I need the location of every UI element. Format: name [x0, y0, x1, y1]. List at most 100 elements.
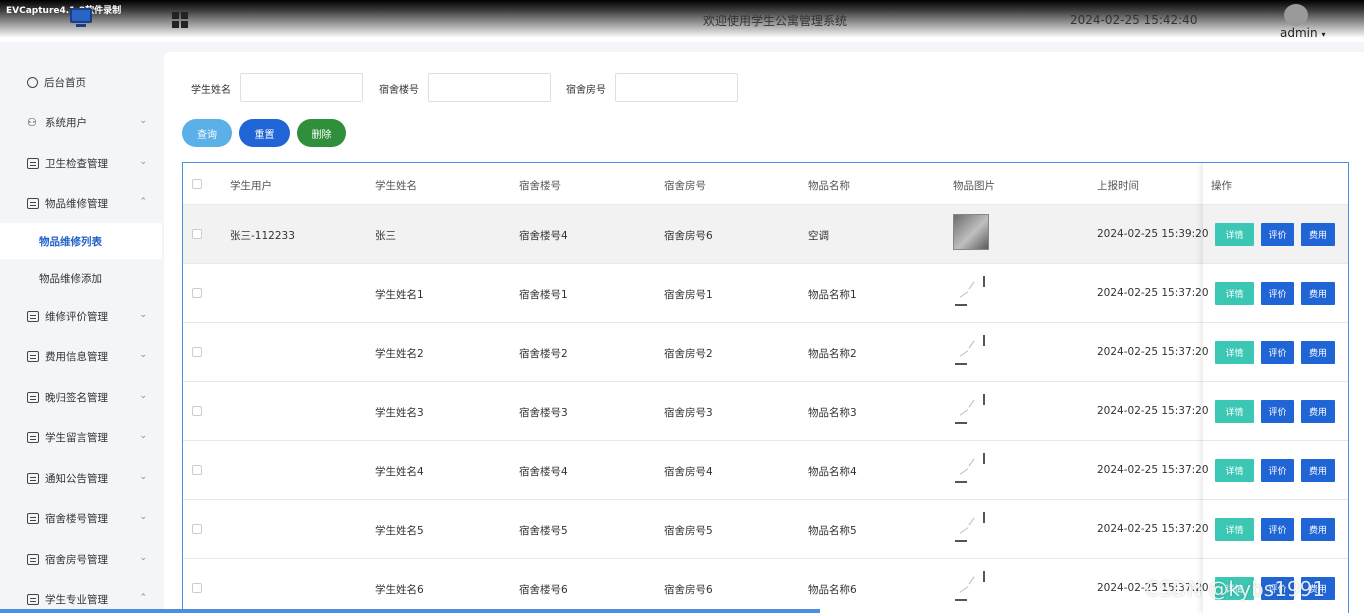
cell-name: 学生姓名6 — [375, 584, 424, 596]
sidebar-item-label: 后台首页 — [44, 76, 86, 89]
cell-building: 宿舍楼号1 — [519, 289, 568, 301]
cell-building: 宿舍楼号4 — [519, 230, 568, 242]
sidebar-item[interactable]: ⚇ 系统用户 ⌄ — [0, 102, 162, 142]
sidebar-item[interactable]: 晚归签名管理 ⌄ — [0, 377, 162, 417]
sidebar-item-label: 卫生检查管理 — [45, 157, 108, 170]
row-checkbox[interactable] — [192, 347, 202, 357]
cell-building: 宿舍楼号3 — [519, 407, 568, 419]
chevron-down-icon: ⌄ — [139, 512, 147, 522]
chevron-up-icon: ⌃ — [139, 197, 147, 207]
chevron-down-icon: ⌄ — [139, 116, 147, 126]
actions-column-shadow — [1203, 163, 1348, 613]
sidebar-item[interactable]: 维修评价管理 ⌄ — [0, 296, 162, 336]
monitor-logo-icon — [70, 8, 92, 28]
cell-name: 张三 — [375, 230, 396, 242]
room-input[interactable] — [615, 73, 738, 102]
user-dropdown[interactable]: admin ▾ — [1280, 26, 1325, 40]
chevron-up-icon: ⌃ — [139, 593, 147, 603]
sidebar-item-label: 物品维修管理 — [45, 197, 108, 210]
sidebar-item-label: 维修评价管理 — [45, 310, 108, 323]
sidebar-subitem[interactable]: 物品维修添加 — [0, 260, 162, 296]
loading-spinner-icon — [953, 449, 993, 483]
chevron-down-icon: ⌄ — [139, 553, 147, 563]
sidebar-item-label: 晚归签名管理 — [45, 391, 108, 404]
datetime-display: 2024-02-25 15:42:40 — [1070, 13, 1198, 27]
sidebar-item[interactable]: 学生留言管理 ⌄ — [0, 417, 162, 457]
sidebar-item-label: 学生留言管理 — [45, 431, 108, 444]
cell-name: 学生姓名3 — [375, 407, 424, 419]
chevron-down-icon: ⌄ — [139, 157, 147, 167]
grid-menu-icon[interactable] — [172, 12, 188, 28]
col-header-building: 宿舍楼号 — [519, 180, 561, 192]
chevron-down-icon: ⌄ — [139, 310, 147, 320]
cell-name: 学生姓名4 — [375, 466, 424, 478]
student-name-input[interactable] — [240, 73, 363, 102]
row-checkbox[interactable] — [192, 288, 202, 298]
chevron-down-icon: ⌄ — [139, 350, 147, 360]
sidebar-item[interactable]: 后台首页 — [0, 62, 162, 102]
sidebar-subitem[interactable]: 物品维修列表 — [0, 223, 162, 259]
item-photo[interactable] — [953, 214, 989, 250]
scroll-indicator — [0, 609, 820, 613]
chevron-down-icon: ▾ — [1321, 30, 1326, 39]
cell-time: 2024-02-25 15:37:20 — [1097, 523, 1209, 535]
loading-spinner-icon — [953, 390, 993, 424]
cell-building: 宿舍楼号6 — [519, 584, 568, 596]
table-row: 学生姓名2 宿舍楼号2 宿舍房号2 物品名称2 2024-02-25 15:37:20 详… — [183, 323, 1348, 382]
doc-icon — [27, 197, 39, 209]
student-name-label: 学生姓名 — [191, 85, 231, 96]
sidebar-item-label: 学生专业管理 — [45, 593, 108, 606]
top-bar: EVCapture4.1.8软件录制 欢迎使用学生公寓管理系统 2024-02-… — [0, 0, 1364, 42]
system-title: 欢迎使用学生公寓管理系统 — [702, 14, 847, 28]
loading-spinner-icon — [953, 508, 993, 542]
user-icon: ⚇ — [27, 115, 37, 129]
cell-room: 宿舍房号1 — [664, 289, 713, 301]
sidebar-item[interactable]: 宿舍房号管理 ⌄ — [0, 539, 162, 579]
table-row: 学生姓名5 宿舍楼号5 宿舍房号5 物品名称5 2024-02-25 15:37:20 详… — [183, 500, 1348, 559]
room-label: 宿舍房号 — [566, 85, 606, 96]
query-button[interactable]: 查询 — [182, 119, 232, 147]
sidebar-item[interactable]: 学生专业管理 ⌃ — [0, 579, 162, 613]
row-checkbox[interactable] — [192, 583, 202, 593]
col-header-user: 学生用户 — [230, 180, 272, 192]
cell-item: 物品名称4 — [808, 466, 857, 478]
cell-time: 2024-02-25 15:39:20 — [1097, 228, 1209, 240]
sidebar-item[interactable]: 通知公告管理 ⌄ — [0, 458, 162, 498]
sidebar-item-label: 宿舍房号管理 — [45, 553, 108, 566]
cell-building: 宿舍楼号4 — [519, 466, 568, 478]
cell-item: 物品名称6 — [808, 584, 857, 596]
cell-time: 2024-02-25 15:37:20 — [1097, 287, 1209, 299]
row-checkbox[interactable] — [192, 524, 202, 534]
chevron-down-icon: ⌄ — [139, 431, 147, 441]
table-row: 学生姓名1 宿舍楼号1 宿舍房号1 物品名称1 2024-02-25 15:37:20 详… — [183, 264, 1348, 323]
chevron-down-icon: ⌄ — [139, 472, 147, 482]
doc-icon — [27, 310, 39, 322]
doc-icon — [27, 431, 39, 443]
row-checkbox[interactable] — [192, 465, 202, 475]
building-label: 宿舍楼号 — [379, 85, 419, 96]
cell-room: 宿舍房号3 — [664, 407, 713, 419]
doc-icon — [27, 553, 39, 565]
building-input[interactable] — [428, 73, 551, 102]
reset-button[interactable]: 重置 — [239, 119, 290, 147]
avatar[interactable] — [1284, 4, 1308, 26]
select-all-checkbox[interactable] — [192, 179, 202, 189]
col-header-time: 上报时间 — [1097, 180, 1139, 192]
row-checkbox[interactable] — [192, 406, 202, 416]
cell-room: 宿舍房号6 — [664, 230, 713, 242]
sidebar-item[interactable]: 物品维修管理 ⌃ — [0, 183, 162, 223]
doc-icon — [27, 593, 39, 605]
sidebar-item[interactable]: 宿舍楼号管理 ⌄ — [0, 498, 162, 538]
col-header-name: 学生姓名 — [375, 180, 417, 192]
sidebar-item[interactable]: 费用信息管理 ⌄ — [0, 336, 162, 376]
row-checkbox[interactable] — [192, 229, 202, 239]
delete-button[interactable]: 删除 — [297, 119, 346, 147]
loading-spinner-icon — [953, 272, 993, 306]
cell-item: 物品名称1 — [808, 289, 857, 301]
sidebar-item[interactable]: 卫生检查管理 ⌄ — [0, 143, 162, 183]
cell-item: 空调 — [808, 230, 829, 242]
cell-room: 宿舍房号6 — [664, 584, 713, 596]
cell-building: 宿舍楼号2 — [519, 348, 568, 360]
cell-item: 物品名称3 — [808, 407, 857, 419]
sidebar-item-label: 宿舍楼号管理 — [45, 512, 108, 525]
